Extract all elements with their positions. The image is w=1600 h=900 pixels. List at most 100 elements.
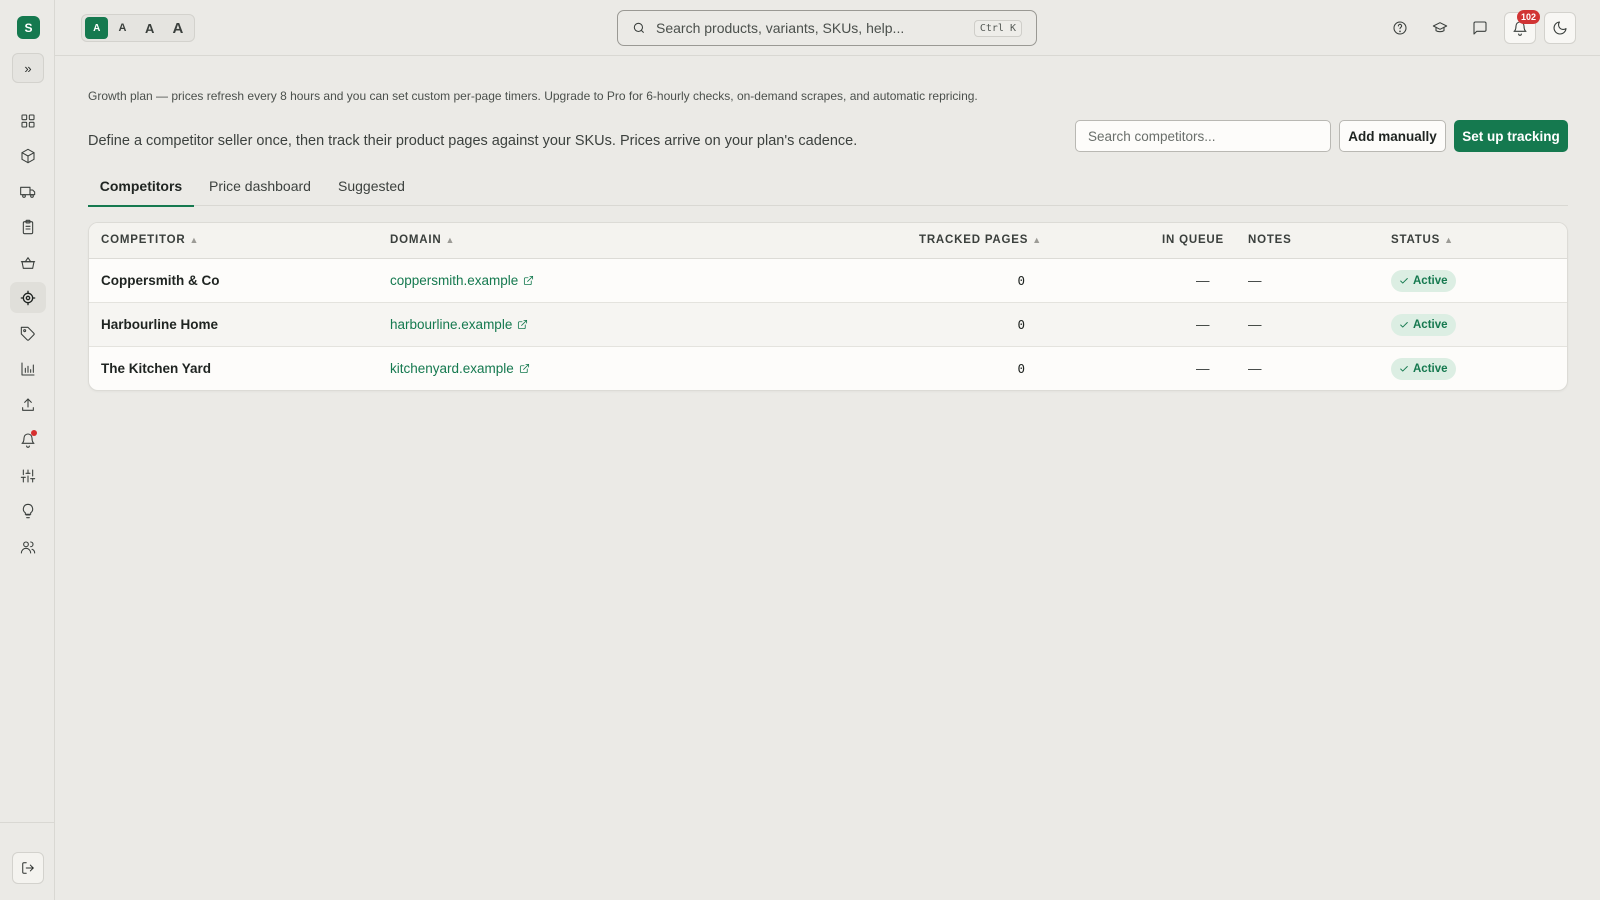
sidebar-item-dashboard[interactable] [10,105,46,136]
sidebar-divider [0,822,55,823]
sidebar-item-pricing[interactable] [10,318,46,349]
expand-sidebar-button[interactable]: » [12,53,44,83]
check-icon [1400,278,1408,284]
sliders-icon [20,468,36,483]
notes-value: — [1248,317,1262,332]
tab-price-dashboard[interactable]: Price dashboard [209,170,311,206]
column-header-competitor[interactable]: COMPETITOR ▲ [101,234,199,246]
sidebar-item-orders[interactable] [10,211,46,242]
academy-button[interactable] [1424,12,1456,44]
theme-toggle-button[interactable] [1544,12,1576,44]
logout-button[interactable] [12,852,44,884]
help-circle-icon [1393,21,1407,35]
column-header-in-queue: IN QUEUE [1162,234,1224,246]
truck-icon [20,186,36,198]
graduation-cap-icon [1432,22,1448,33]
global-search-placeholder: Search products, variants, SKUs, help... [656,20,905,36]
competitor-name[interactable]: Harbourline Home [101,317,218,332]
in-queue-value: — [1196,361,1210,376]
sidebar-item-settings[interactable] [10,460,46,491]
notes-value: — [1248,361,1262,376]
target-icon [20,290,36,305]
plan-note: Growth plan — prices refresh every 8 hou… [88,89,978,103]
in-queue-value: — [1196,273,1210,288]
sidebar-item-baskets[interactable] [10,247,46,278]
grid-icon [21,113,35,128]
font-size-xlarge-button[interactable]: A [165,17,191,39]
external-link-icon [518,319,528,330]
tab-bar: Competitors Price dashboard Suggested [88,170,1568,207]
global-search-input[interactable]: Search products, variants, SKUs, help...… [617,10,1037,46]
notification-count-badge: 102 [1517,10,1541,24]
in-queue-value: — [1196,317,1210,332]
clipboard-icon [22,219,34,234]
competitors-table: COMPETITOR ▲ DOMAIN ▲ TRACKED PAGES ▲ IN QU… [88,222,1568,391]
competitor-name[interactable]: The Kitchen Yard [101,361,211,376]
check-icon [1400,366,1408,372]
status-badge: Active [1391,314,1456,336]
tracked-pages-count: 0 [1017,361,1025,376]
sidebar-item-analytics[interactable] [10,353,46,384]
sort-icon: ▲ [1444,235,1454,245]
status-badge: Active [1391,270,1456,292]
sidebar: S » [0,0,55,900]
add-manually-button[interactable]: Add manually [1339,120,1446,152]
table-header: COMPETITOR ▲ DOMAIN ▲ TRACKED PAGES ▲ IN QU… [89,223,1567,259]
competitor-domain-link[interactable]: coppersmith.example [390,273,534,288]
bar-chart-icon [21,361,35,376]
users-icon [20,540,36,554]
notifications-button[interactable]: 102 [1504,10,1541,44]
tab-suggested[interactable]: Suggested [338,170,405,206]
search-shortcut-hint: Ctrl K [973,19,1022,37]
status-badge: Active [1391,358,1456,380]
column-header-status[interactable]: STATUS ▲ [1391,234,1454,246]
tag-icon [20,326,35,341]
chevrons-right-icon: » [24,60,32,76]
sort-icon: ▲ [445,235,456,245]
messages-button[interactable] [1464,12,1496,44]
column-header-domain[interactable]: DOMAIN ▲ [390,234,455,246]
sidebar-item-tips[interactable] [10,495,46,526]
basket-icon [20,256,36,269]
set-up-tracking-button[interactable]: Set up tracking [1454,120,1568,152]
external-link-icon [519,363,529,374]
page-intro: Define a competitor seller once, then tr… [88,133,858,149]
app-logo[interactable]: S [17,16,40,39]
font-size-large-button[interactable]: A [137,17,163,39]
box-icon [21,148,35,163]
sidebar-item-alerts[interactable] [10,424,46,455]
sidebar-item-products[interactable] [10,140,46,171]
competitor-name[interactable]: Coppersmith & Co [101,273,220,288]
column-header-notes: NOTES [1248,234,1292,246]
table-row[interactable]: The Kitchen Yard kitchenyard.example 0 —… [89,347,1567,390]
sidebar-item-shipping[interactable] [10,176,46,207]
font-size-small-button[interactable]: A [85,17,109,39]
tab-competitors[interactable]: Competitors [88,170,194,207]
font-size-selector: A A A A [81,14,195,42]
tracked-pages-count: 0 [1017,317,1025,332]
message-icon [1473,21,1487,35]
competitor-domain-link[interactable]: kitchenyard.example [390,361,530,376]
external-link-icon [524,275,534,286]
lightbulb-icon [22,503,34,518]
font-size-medium-button[interactable]: A [110,17,134,39]
upload-icon [22,397,34,411]
help-button[interactable] [1384,12,1416,44]
sort-icon: ▲ [1032,235,1042,245]
sort-icon: ▲ [189,235,200,245]
sidebar-item-competitors[interactable] [10,282,46,313]
competitor-domain-link[interactable]: harbourline.example [390,317,528,332]
alert-dot [31,430,37,436]
tracked-pages-count: 0 [1017,273,1025,288]
sidebar-item-uploads[interactable] [10,389,46,420]
logout-icon [22,862,34,874]
search-icon [633,22,645,34]
top-bar: A A A A Search products, variants, SKUs,… [55,0,1600,56]
competitor-search-input[interactable] [1075,120,1331,152]
table-row[interactable]: Harbourline Home harbourline.example 0 —… [89,303,1567,347]
moon-icon [1553,21,1567,35]
column-header-tracked-pages[interactable]: TRACKED PAGES ▲ [919,234,1042,246]
notes-value: — [1248,273,1262,288]
table-row[interactable]: Coppersmith & Co coppersmith.example 0 —… [89,259,1567,303]
sidebar-item-team[interactable] [10,531,46,562]
